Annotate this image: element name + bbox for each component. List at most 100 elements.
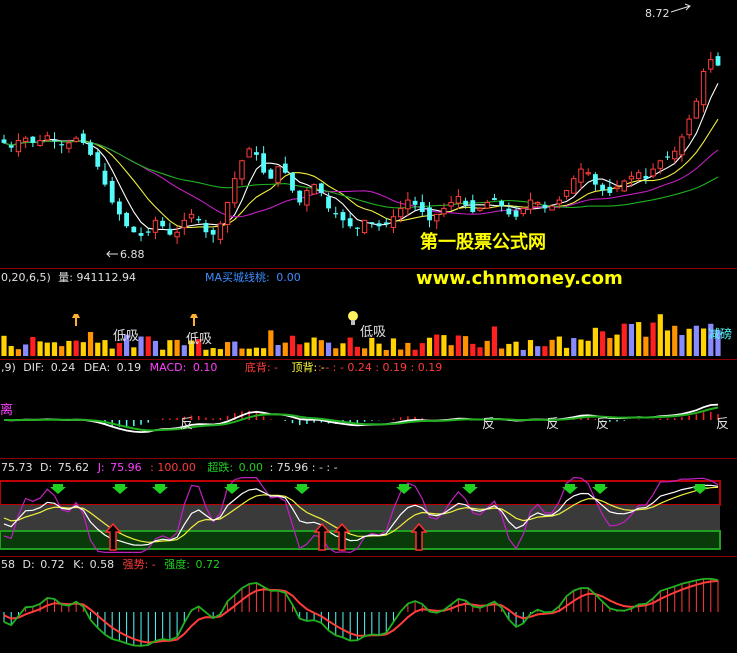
candle-body-down — [354, 227, 360, 229]
candle-body-up — [181, 219, 188, 229]
volume-bar — [268, 330, 274, 356]
volume-ma-label: MA买城线桃: 0.00 — [205, 270, 301, 284]
volume-bar — [477, 347, 483, 356]
volume-bar — [405, 342, 411, 356]
volume-bar — [700, 328, 707, 356]
candle-body-up — [434, 213, 440, 222]
candle-body-up — [217, 223, 224, 240]
kdj-header: 75.73 D: 75.62 J: 75.96 : 100.00 超跌: 0.0… — [1, 460, 338, 474]
low-buy-annotation-3: 低吸 — [360, 325, 386, 340]
candle-body-up — [614, 186, 620, 190]
volume-bar — [109, 348, 115, 356]
candle-body-down — [427, 207, 432, 221]
volume-bar — [621, 323, 627, 356]
volume-bar — [369, 337, 375, 356]
candle-body-down — [254, 152, 259, 155]
volume-bar — [167, 340, 173, 356]
candle-body-down — [52, 140, 57, 142]
volume-bar — [614, 334, 620, 356]
volume-bar — [160, 349, 166, 356]
candle-body-down — [607, 186, 613, 193]
volume-bar — [585, 340, 591, 356]
candle-body-down — [333, 213, 339, 215]
candle-body-up — [693, 100, 700, 119]
low-buy-annotation-2: 低吸 — [186, 332, 212, 347]
candle-body-up — [73, 137, 79, 142]
volume-bar — [95, 342, 101, 356]
volume-bar — [628, 323, 635, 356]
candle-body-up — [152, 219, 159, 233]
candle-body-down — [261, 153, 267, 173]
watermark-title: 第一股票公式网 — [420, 231, 546, 253]
volume-bar — [636, 322, 642, 356]
volume-bar — [462, 336, 469, 356]
volume-bar — [434, 334, 440, 356]
macd-reversal-signal: 反 — [482, 417, 495, 432]
candle-body-down — [600, 184, 606, 191]
volume-bar — [398, 349, 404, 356]
volume-bar — [455, 335, 461, 356]
candle-body-down — [340, 212, 346, 221]
volume-bar — [203, 349, 209, 356]
volume-bar — [1, 335, 7, 356]
candle-body-up — [477, 207, 483, 211]
volume-bar — [347, 337, 353, 356]
candle-body-down — [419, 202, 425, 212]
candle-body-down — [88, 142, 93, 155]
volume-bar — [261, 348, 267, 356]
volume-bar — [549, 339, 555, 356]
candle-body-up — [621, 180, 627, 192]
volume-bar — [23, 344, 29, 356]
candle-body-up — [686, 118, 692, 136]
candle-body-down — [297, 190, 303, 203]
volume-bar — [506, 343, 512, 356]
candle-body-up — [232, 178, 238, 204]
volume-bar — [30, 336, 36, 356]
volume-bar — [672, 325, 678, 356]
candle-body-down — [665, 156, 670, 158]
candle-body-up — [66, 142, 72, 149]
candle-body-down — [203, 223, 209, 233]
volume-bar — [693, 325, 699, 356]
candle-body-down — [102, 170, 108, 185]
volume-bar — [116, 343, 122, 356]
candle-body-up — [520, 207, 526, 215]
candle-body-down — [513, 210, 519, 217]
volume-bar — [80, 342, 86, 356]
strength-header: 58 D: 0.72 K: 0.58 强势: - 强度: 0.72 — [1, 557, 220, 571]
candle-body-up — [22, 137, 29, 142]
kdj-mid-band — [0, 505, 720, 531]
candle-body-down — [376, 223, 382, 227]
volume-bar — [246, 348, 252, 356]
volume-bar — [217, 349, 223, 356]
volume-bar — [643, 336, 649, 356]
candle-body-down — [80, 133, 86, 143]
volume-bar — [376, 343, 382, 356]
macd-reversal-signal: 反 — [716, 417, 729, 432]
volume-bar — [527, 340, 534, 356]
candle-body-down — [124, 212, 130, 227]
candle-body-down — [210, 229, 216, 235]
volume-bar — [145, 336, 151, 356]
low-buy-annotation-1: 低吸 — [113, 329, 139, 344]
candle-body-up — [672, 150, 678, 160]
candle-body-down — [109, 180, 115, 203]
candle-body-up — [397, 207, 404, 218]
candle-body-up — [441, 207, 447, 215]
candle-body-up — [585, 172, 591, 175]
candle-body-up — [405, 199, 411, 210]
candle-body-down — [160, 220, 166, 227]
candle-body-down — [347, 218, 353, 227]
candle-body-up — [448, 201, 454, 207]
volume-bar — [275, 345, 281, 356]
volume-bar — [333, 348, 339, 356]
volume-bar — [73, 340, 79, 356]
candle-body-up — [15, 140, 22, 153]
volume-bar — [484, 340, 490, 356]
macd-header-extra: : - : - 0.24 : 0.19 : 0.19 — [318, 361, 442, 374]
volume-bar — [513, 341, 519, 356]
volume-bar — [102, 340, 108, 356]
candle-body-up — [275, 166, 281, 184]
macd-reversal-signal: 反 — [546, 417, 559, 432]
candle-body-up — [708, 59, 714, 70]
